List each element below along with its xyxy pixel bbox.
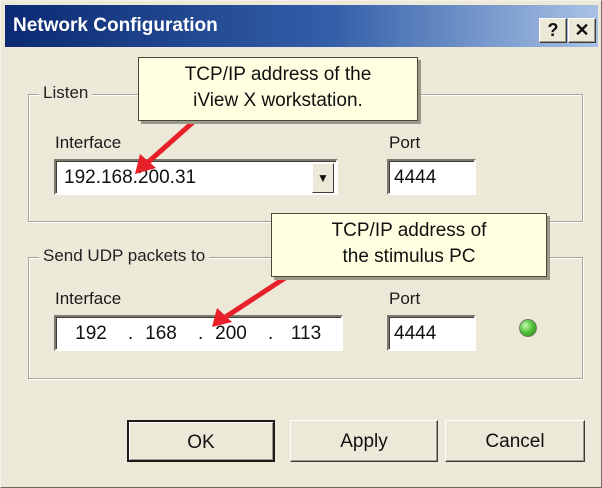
callout-stimulus-line2: the stimulus PC [342,246,476,267]
callout-workstation: TCP/IP address of the iView X workstatio… [138,57,418,121]
callout-stimulus-line1: TCP/IP address of [331,220,487,241]
callout-workstation-line1: TCP/IP address of the [184,64,372,85]
arrow-listen-interface [143,113,203,167]
arrow-send-interface [221,273,291,321]
callout-stimulus-pc: TCP/IP address of the stimulus PC [271,213,547,277]
callout-workstation-line2: iView X workstation. [193,90,363,111]
